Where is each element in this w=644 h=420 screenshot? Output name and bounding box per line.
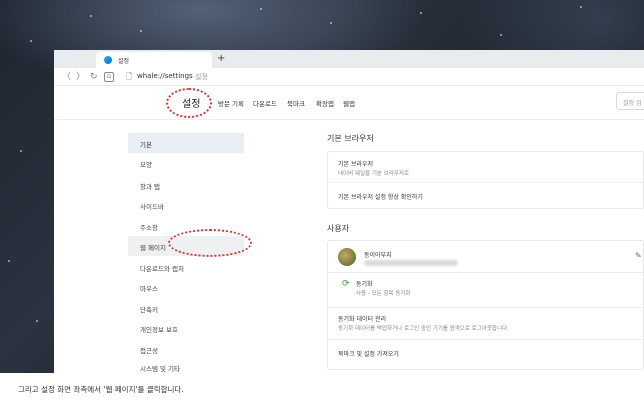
blurred-email: [364, 260, 458, 266]
settings-header: 설정 방문 기록 다운로드 북마크 확장앱 웹앱 설정 검: [54, 86, 644, 120]
whale-logo-icon: [104, 56, 112, 64]
new-tab-button[interactable]: +: [217, 53, 225, 65]
divider: [328, 182, 644, 183]
sidebar-item-basic[interactable]: 기본: [128, 133, 244, 153]
reload-button[interactable]: ↻: [90, 71, 98, 83]
section-title-default-browser: 기본 브라우저: [327, 134, 374, 143]
default-browser-card: 기본 브라우저 네이버 웨일을 기본 브라우저로 기본 브라우저 설정 항상 확…: [327, 151, 644, 209]
divider: [328, 339, 644, 340]
sidebar-item-mouse[interactable]: 마우스: [128, 277, 244, 297]
toolbar: 〈 〉 ↻ ⊡ 🗋 whale://settings 설정: [54, 68, 644, 86]
edit-icon[interactable]: ✎: [635, 251, 642, 260]
highlight-oval-webpage: [168, 229, 252, 257]
menu-extensions[interactable]: 확장앱: [316, 98, 334, 108]
divider: [328, 307, 644, 308]
sync-status: 사용 - 모든 항목 동기화: [356, 291, 411, 297]
sidebar-item-privacy[interactable]: 개인정보 보호: [128, 318, 244, 338]
sidebar-item-download-capture[interactable]: 다운로드와 캡처: [128, 257, 244, 277]
user-card: 동이아부지 ✎ ⟳ 동기화 사용 - 모든 항목 동기화 동기화 데이터 관리 …: [327, 240, 644, 370]
caption-text: 그리고 설정 화면 좌측에서 '웹 페이지'를 클릭합니다.: [18, 385, 184, 394]
sidebar-item-sidebar[interactable]: 사이드바: [128, 195, 244, 215]
sync-data-manage-label[interactable]: 동기화 데이터 관리: [338, 314, 386, 323]
page-icon: 🗋: [126, 72, 133, 81]
address-suffix: 설정: [195, 73, 208, 81]
address-bar[interactable]: whale://settings: [137, 72, 193, 80]
sidebar-item-accessibility[interactable]: 접근성: [128, 339, 244, 359]
sidebar-item-windows-tabs[interactable]: 창과 탭: [128, 175, 244, 195]
import-bookmarks-settings-link[interactable]: 북마크 및 설정 가져오기: [338, 349, 399, 358]
sync-data-manage-description: 동기화 데이터를 백업하거나 로그인 중인 기기를 원격으로 로그아웃합니다.: [338, 326, 509, 332]
back-button[interactable]: 〈: [62, 71, 71, 83]
default-browser-description: 네이버 웨일을 기본 브라우저로: [338, 171, 410, 177]
forward-button[interactable]: 〉: [76, 71, 85, 83]
tab-title: 설정: [118, 57, 130, 65]
menu-bookmarks[interactable]: 북마크: [287, 98, 305, 108]
tab-strip: 설정 +: [54, 50, 644, 68]
section-title-user: 사용자: [327, 224, 350, 233]
sidebar-item-shortcuts[interactable]: 단축키: [128, 298, 244, 318]
menu-downloads[interactable]: 다운로드: [253, 98, 277, 108]
tab-settings[interactable]: 설정: [96, 52, 212, 68]
user-name: 동이아부지: [364, 252, 392, 259]
avatar[interactable]: [338, 248, 356, 266]
menu-webapps[interactable]: 웹앱: [343, 98, 355, 108]
sync-icon: ⟳: [342, 279, 350, 289]
divider: [328, 272, 644, 273]
always-check-default-toggle-label[interactable]: 기본 브라우저 설정 항상 확인하기: [338, 192, 423, 201]
sync-label[interactable]: 동기화: [356, 279, 373, 288]
settings-search-input[interactable]: 설정 검: [616, 92, 644, 110]
default-browser-label: 기본 브라우저: [338, 161, 374, 168]
sidebar-item-system[interactable]: 시스템 및 기타: [128, 357, 244, 373]
page-title: 설정: [182, 99, 201, 110]
sidebar-item-appearance[interactable]: 모양: [128, 153, 244, 173]
menu-history[interactable]: 방문 기록: [218, 98, 244, 108]
home-icon[interactable]: ⊡: [104, 72, 114, 82]
